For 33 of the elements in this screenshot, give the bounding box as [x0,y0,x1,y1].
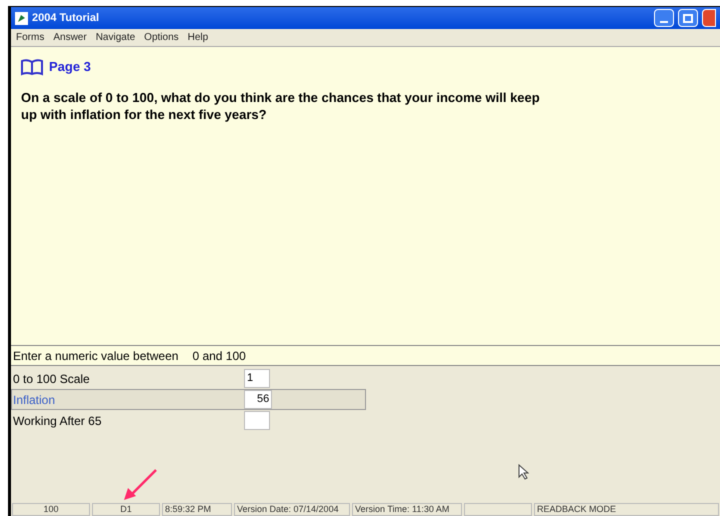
field-label: 0 to 100 Scale [12,370,91,388]
window-title: 2004 Tutorial [32,10,100,26]
minimize-button[interactable] [654,9,674,27]
book-icon [21,58,43,76]
prompt-text: Enter a numeric value between [13,348,178,364]
field-label: Working After 65 [12,412,102,430]
status-cell: 100 [12,503,90,516]
field-row[interactable]: 0 to 100 Scale 1 [11,368,366,389]
status-cell: D1 [92,503,160,516]
status-cell: 8:59:32 PM [162,503,232,516]
menu-item[interactable]: Answer [53,30,87,45]
input-field[interactable] [244,411,270,430]
menu-item[interactable]: Help [188,30,208,45]
menu-item[interactable]: Navigate [96,30,136,45]
maximize-button[interactable] [678,9,698,27]
field-label: Inflation [12,392,56,408]
prompt-range: 0 and 100 [192,348,246,364]
mouse-cursor-icon [518,464,529,480]
input-field[interactable]: 1 [244,369,270,388]
menu-item[interactable]: Options [144,30,179,45]
app-icon [15,12,28,24]
status-panel [464,503,532,516]
status-cell: READBACK MODE [534,503,719,516]
question-text: On a scale of 0 to 100, what do you think are the chances that your income will keep up with inflation for the next five years? [21,88,541,122]
field-row[interactable]: Working After 65 [11,410,366,431]
menu-item[interactable]: Forms [16,30,44,45]
field-row[interactable]: Inflation 56 [11,389,366,410]
status-cell: Version Date: 07/14/2004 [234,503,350,516]
status-cell: Version Time: 11:30 AM [352,503,462,516]
annotation-arrow [122,468,158,502]
input-field[interactable]: 56 [244,390,272,409]
page-title: Page 3 [49,58,91,76]
close-button[interactable] [702,9,716,27]
